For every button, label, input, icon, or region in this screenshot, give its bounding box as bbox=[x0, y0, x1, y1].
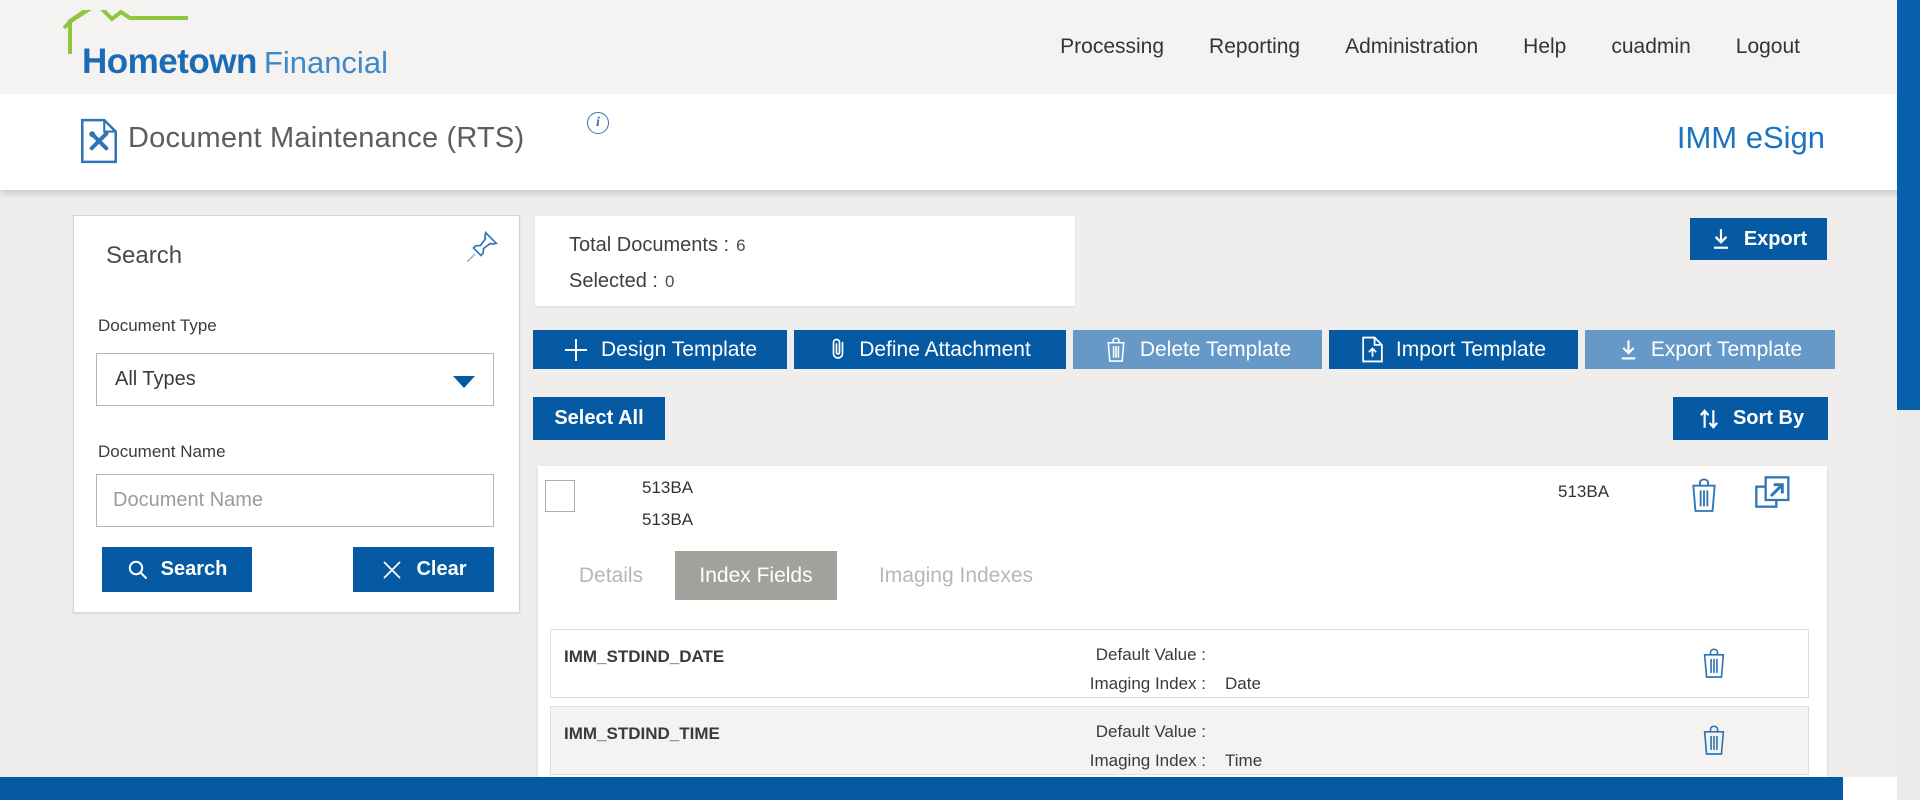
delete-template-button[interactable]: Delete Template bbox=[1073, 330, 1322, 369]
total-documents-value: 6 bbox=[736, 236, 746, 255]
document-maintenance-icon bbox=[80, 118, 118, 169]
scrollbar-thumb[interactable] bbox=[1897, 0, 1920, 410]
search-button[interactable]: Search bbox=[102, 547, 252, 592]
pin-icon[interactable] bbox=[463, 228, 501, 271]
search-panel-title: Search bbox=[106, 242, 183, 269]
open-in-new-icon bbox=[1755, 476, 1790, 508]
download-icon bbox=[1621, 340, 1636, 359]
default-value-label: Default Value : bbox=[1095, 645, 1206, 664]
total-documents: Total Documents : 6 bbox=[569, 234, 746, 257]
document-card: 513BA 513BA 513BA Details Index Fields I… bbox=[538, 466, 1827, 777]
document-checkbox[interactable] bbox=[545, 480, 575, 512]
selected-count: Selected : 0 bbox=[569, 270, 674, 293]
search-button-label: Search bbox=[160, 558, 228, 580]
brand-name-secondary: Financial bbox=[263, 45, 388, 80]
paperclip-icon bbox=[832, 338, 844, 359]
top-nav-bar: Hometown Financial Processing Reporting A… bbox=[0, 0, 1920, 94]
import-template-button[interactable]: Import Template bbox=[1329, 330, 1578, 369]
clear-button-label: Clear bbox=[416, 558, 467, 580]
close-icon bbox=[383, 560, 402, 579]
export-button[interactable]: Export bbox=[1690, 218, 1827, 260]
main-nav: Processing Reporting Administration Help… bbox=[1060, 0, 1800, 94]
bottom-bar bbox=[0, 777, 1843, 800]
search-icon bbox=[128, 560, 147, 579]
document-code: 513BA bbox=[1558, 482, 1610, 501]
design-template-button[interactable]: Design Template bbox=[533, 330, 787, 369]
import-document-icon bbox=[1362, 336, 1383, 363]
scrollbar[interactable] bbox=[1897, 0, 1920, 800]
nav-item-reporting[interactable]: Reporting bbox=[1209, 35, 1300, 59]
export-button-label: Export bbox=[1743, 227, 1808, 250]
document-tabs: Details Index Fields Imaging Indexes bbox=[538, 551, 1827, 600]
tab-details[interactable]: Details bbox=[556, 551, 666, 600]
default-value-label: Default Value : bbox=[1095, 722, 1206, 741]
download-icon bbox=[1713, 229, 1728, 249]
selected-label: Selected : bbox=[569, 270, 658, 292]
total-documents-label: Total Documents : bbox=[569, 234, 730, 256]
document-name-line1: 513BA bbox=[642, 478, 694, 497]
delete-document-button[interactable] bbox=[1688, 476, 1720, 517]
delete-index-field-button[interactable] bbox=[1700, 722, 1728, 761]
tab-index-fields[interactable]: Index Fields bbox=[675, 551, 837, 600]
info-icon[interactable]: i bbox=[587, 112, 609, 134]
brand-name: Hometown bbox=[82, 42, 257, 81]
trash-icon bbox=[1703, 648, 1725, 678]
trash-icon bbox=[1107, 337, 1125, 362]
delete-index-field-button[interactable] bbox=[1700, 645, 1728, 684]
tab-imaging-indexes[interactable]: Imaging Indexes bbox=[851, 551, 1061, 600]
document-name-input[interactable] bbox=[96, 474, 494, 527]
imaging-index-value: Date bbox=[1225, 674, 1261, 693]
plus-icon bbox=[564, 338, 587, 361]
nav-item-user-cuadmin[interactable]: cuadmin bbox=[1611, 35, 1690, 59]
document-name-line2: 513BA bbox=[642, 510, 694, 529]
clear-button[interactable]: Clear bbox=[353, 547, 494, 592]
summary-card: Total Documents : 6 Selected : 0 bbox=[535, 216, 1075, 306]
imaging-index-label: Imaging Index : bbox=[1089, 751, 1206, 770]
index-field-name: IMM_STDIND_TIME bbox=[564, 724, 720, 743]
search-panel: Search Document Type All Types Document … bbox=[73, 215, 520, 613]
template-toolbar: Design Template Define Attachment Delete… bbox=[533, 330, 1835, 369]
brand-logo[interactable]: Hometown Financial bbox=[60, 6, 420, 90]
bottom-corner bbox=[1843, 777, 1897, 800]
select-all-button[interactable]: Select All bbox=[533, 397, 665, 440]
sort-by-button[interactable]: Sort By bbox=[1673, 397, 1828, 440]
nav-item-processing[interactable]: Processing bbox=[1060, 35, 1164, 59]
open-document-button[interactable] bbox=[1752, 474, 1794, 517]
page-title: Document Maintenance (RTS) bbox=[128, 122, 525, 154]
trash-icon bbox=[1692, 478, 1716, 512]
nav-item-help[interactable]: Help bbox=[1523, 35, 1566, 59]
nav-item-logout[interactable]: Logout bbox=[1736, 35, 1800, 59]
nav-item-administration[interactable]: Administration bbox=[1345, 35, 1478, 59]
selected-value: 0 bbox=[664, 272, 675, 291]
document-name-label: Document Name bbox=[98, 442, 226, 461]
index-field-row: IMM_STDIND_TIME Default Value : Imaging … bbox=[550, 706, 1809, 775]
export-template-button[interactable]: Export Template bbox=[1585, 330, 1835, 369]
page-header: Document Maintenance (RTS) i IMM eSign bbox=[0, 94, 1920, 190]
trash-icon bbox=[1703, 725, 1725, 755]
index-field-name: IMM_STDIND_DATE bbox=[564, 647, 725, 666]
index-field-row: IMM_STDIND_DATE Default Value : Imaging … bbox=[550, 629, 1809, 698]
document-type-label: Document Type bbox=[98, 316, 217, 335]
document-type-select[interactable]: All Types bbox=[96, 353, 494, 406]
sort-arrows-icon bbox=[1699, 408, 1718, 429]
imaging-index-label: Imaging Index : bbox=[1089, 674, 1206, 693]
product-name: IMM eSign bbox=[1676, 120, 1825, 155]
imaging-index-value: Time bbox=[1225, 751, 1263, 770]
document-type-value: All Types bbox=[115, 368, 196, 390]
define-attachment-button[interactable]: Define Attachment bbox=[794, 330, 1066, 369]
chevron-down-icon bbox=[453, 376, 475, 388]
